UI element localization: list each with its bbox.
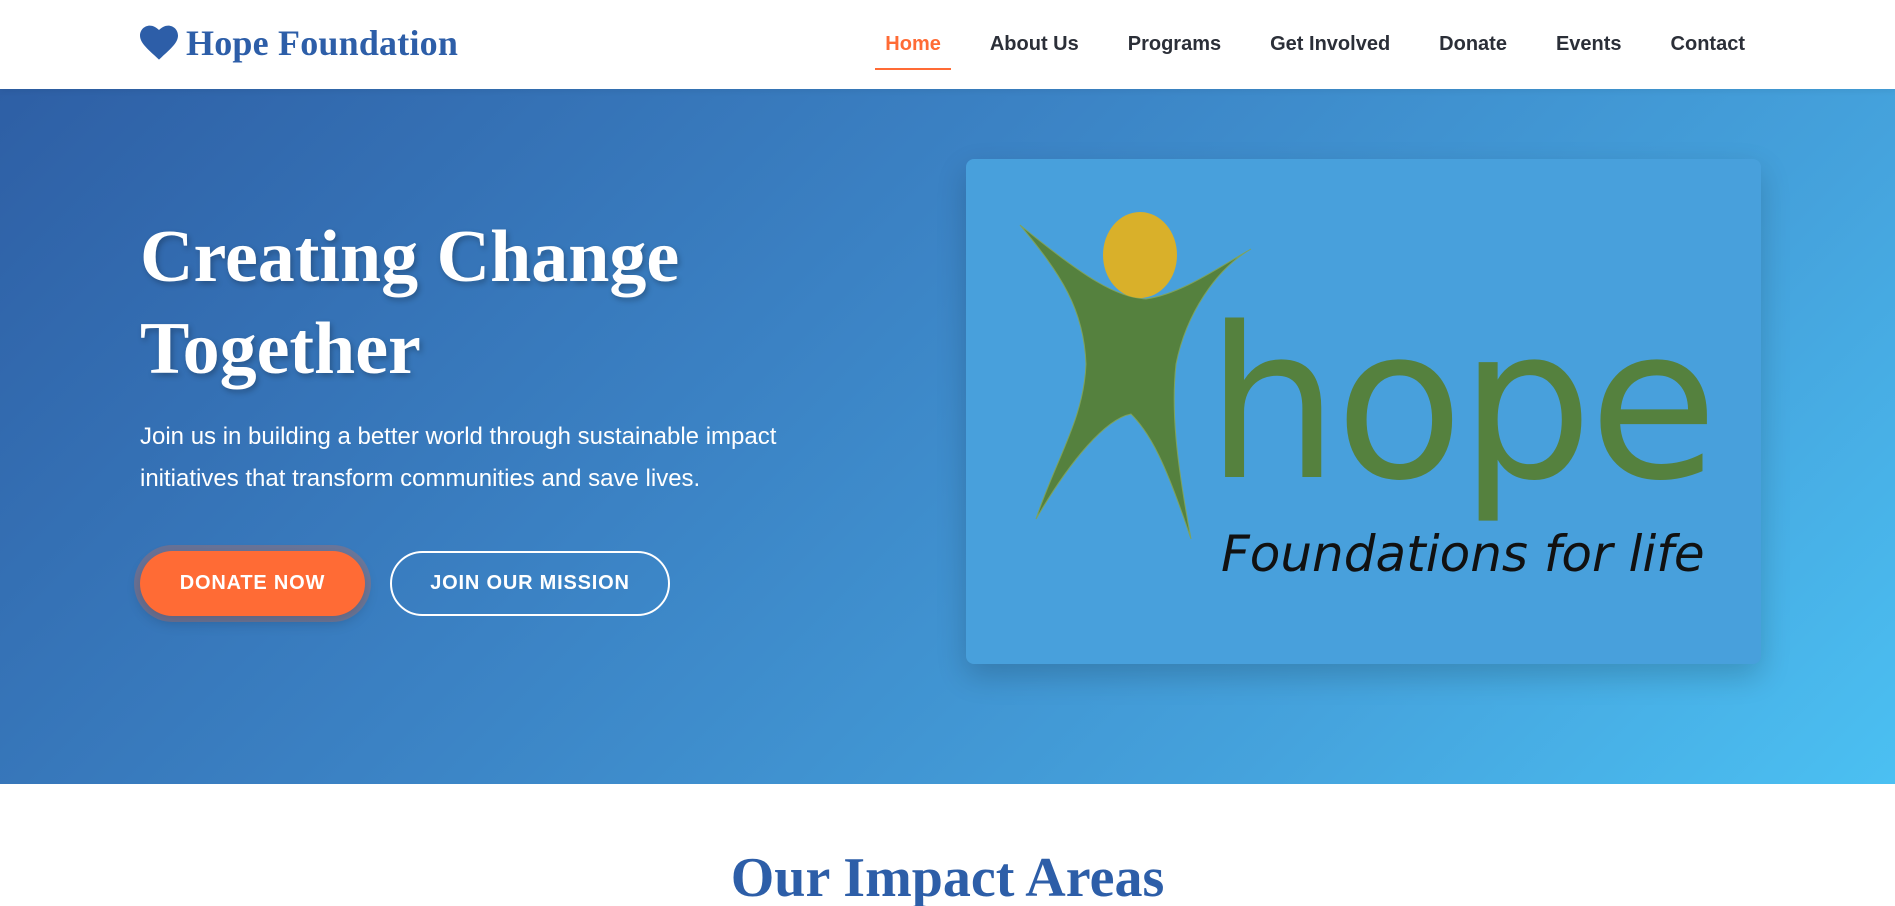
brand-logo[interactable]: Hope Foundation bbox=[140, 22, 458, 64]
nav-about-us[interactable]: About Us bbox=[990, 0, 1079, 89]
nav-events[interactable]: Events bbox=[1556, 0, 1622, 89]
hero-subtitle: Join us in building a better world throu… bbox=[140, 423, 777, 492]
heart-icon bbox=[140, 25, 178, 60]
logo-tagline: Foundations for life bbox=[1221, 525, 1705, 583]
hope-logo-image: hope Foundations for life bbox=[966, 159, 1761, 664]
hero-title-line2: Together bbox=[140, 308, 421, 390]
nav-get-involved[interactable]: Get Involved bbox=[1270, 0, 1390, 89]
nav-contact[interactable]: Contact bbox=[1671, 0, 1745, 89]
hero-title-line1: Creating Change bbox=[140, 216, 680, 298]
join-mission-button[interactable]: JOIN OUR MISSION bbox=[390, 551, 670, 616]
figure-head bbox=[1103, 212, 1177, 298]
hero-title: Creating Change Together bbox=[140, 211, 860, 395]
brand-name: Hope Foundation bbox=[186, 23, 459, 63]
main-nav: Home About Us Programs Get Involved Dona… bbox=[836, 0, 1745, 89]
hope-logo-graphic: hope Foundations for life bbox=[1019, 212, 1718, 583]
logo-word: hope bbox=[1206, 282, 1714, 527]
hero-section: Creating Change Together Join us in buil… bbox=[0, 89, 1895, 784]
site-header: Hope Foundation Home About Us Programs G… bbox=[0, 0, 1895, 89]
impact-areas-title: Our Impact Areas bbox=[730, 847, 1165, 906]
nav-home[interactable]: Home bbox=[875, 0, 951, 89]
nav-donate[interactable]: Donate bbox=[1439, 0, 1507, 89]
nav-programs[interactable]: Programs bbox=[1128, 0, 1221, 89]
donate-now-button[interactable]: DONATE NOW bbox=[140, 551, 365, 616]
